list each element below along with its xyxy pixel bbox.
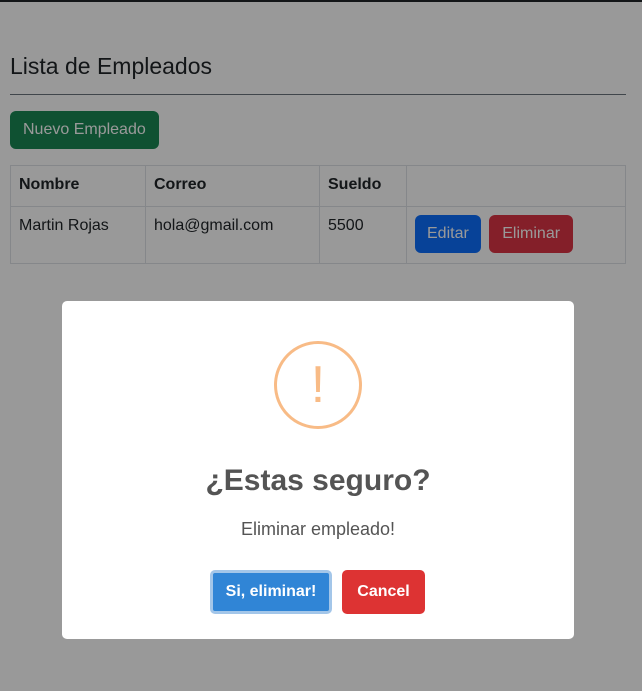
confirm-delete-button[interactable]: Si, eliminar! xyxy=(210,570,332,614)
dialog-title: ¿Estas seguro? xyxy=(205,464,431,497)
dialog-text: Eliminar empleado! xyxy=(240,519,396,539)
warning-icon: ! xyxy=(274,341,362,429)
cancel-button[interactable]: Cancel xyxy=(342,570,425,614)
confirm-dialog: ! ¿Estas seguro? Eliminar empleado! Si, … xyxy=(62,301,574,639)
